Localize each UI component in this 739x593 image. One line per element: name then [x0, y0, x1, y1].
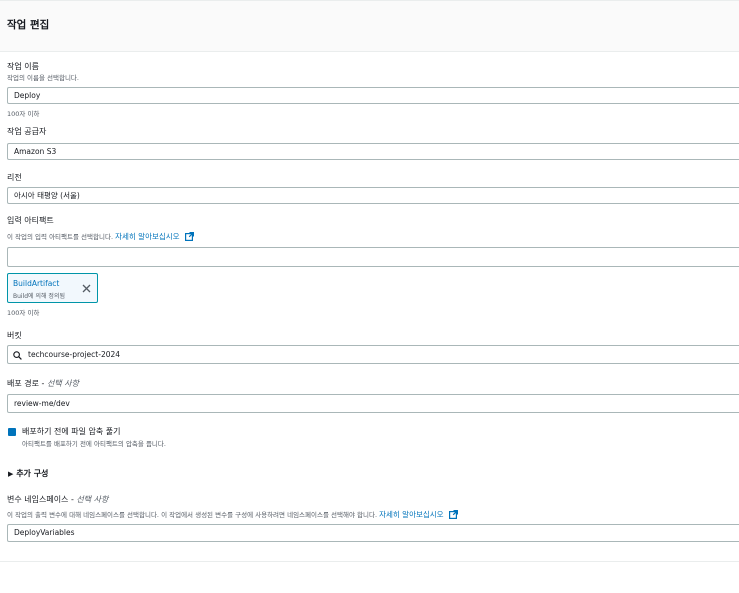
- deploy-path-input[interactable]: review-me/dev: [7, 394, 739, 413]
- input-artifacts-hint: 100자 이하: [7, 309, 40, 317]
- bucket-input[interactable]: techcourse-project-2024: [7, 345, 739, 364]
- artifact-token-name: BuildArtifact: [13, 279, 60, 288]
- bucket-value: techcourse-project-2024: [28, 350, 121, 359]
- action-name-description: 작업의 이름을 선택합니다.: [7, 74, 79, 82]
- namespace-optional: 선택 사항: [76, 495, 109, 504]
- action-name-input[interactable]: Deploy: [7, 87, 739, 104]
- namespace-input[interactable]: DeployVariables: [7, 524, 739, 542]
- page-title: 작업 편집: [7, 19, 50, 31]
- action-provider-select[interactable]: Amazon S3: [7, 143, 739, 160]
- extract-description: 아티팩트를 배포하기 전에 아티팩트의 압축을 풉니다.: [22, 440, 166, 448]
- remove-token-icon[interactable]: [81, 279, 92, 293]
- namespace-label-row: 변수 네임스페이스 - 선택 사항: [7, 494, 108, 505]
- additional-config-toggle[interactable]: ▶ 추가 구성: [8, 468, 48, 479]
- bucket-label: 버킷: [7, 331, 22, 340]
- artifact-token: BuildArtifact Build에 의해 정의됨: [7, 273, 98, 303]
- namespace-description-row: 이 작업의 출력 변수에 대해 네임스페이스를 선택합니다. 이 작업에서 생성…: [7, 509, 458, 521]
- namespace-description: 이 작업의 출력 변수에 대해 네임스페이스를 선택합니다. 이 작업에서 생성…: [7, 511, 378, 519]
- input-artifacts-description: 이 작업의 입력 아티팩트를 선택합니다.: [7, 233, 114, 241]
- deploy-path-label-row: 배포 경로 - 선택 사항: [7, 378, 79, 389]
- namespace-label: 변수 네임스페이스 -: [7, 495, 77, 504]
- action-name-hint: 100자 이하: [7, 110, 40, 118]
- divider: [0, 561, 739, 562]
- extract-label: 배포하기 전에 파일 압축 풀기: [22, 427, 121, 436]
- deploy-path-optional: 선택 사항: [46, 379, 79, 388]
- action-provider-label: 작업 공급자: [7, 127, 47, 136]
- external-link-icon[interactable]: [184, 231, 194, 243]
- input-artifacts-description-row: 이 작업의 입력 아티팩트를 선택합니다. 자세히 알아보십시오: [7, 231, 194, 243]
- input-artifacts-select[interactable]: [7, 247, 739, 267]
- search-icon: [13, 350, 22, 363]
- input-artifacts-label: 입력 아티팩트: [7, 216, 54, 225]
- namespace-learn-more-link[interactable]: 자세히 알아보십시오: [379, 510, 443, 519]
- region-select[interactable]: 아시아 태평양 (서울): [7, 187, 739, 204]
- caret-right-icon: ▶: [8, 470, 14, 478]
- deploy-path-label: 배포 경로 -: [7, 379, 47, 388]
- region-label: 리전: [7, 173, 22, 182]
- edit-action-header: [0, 0, 739, 52]
- extract-checkbox[interactable]: [8, 428, 16, 442]
- additional-config-label: 추가 구성: [16, 469, 49, 478]
- artifact-token-source: Build에 의해 정의됨: [13, 293, 65, 300]
- learn-more-link[interactable]: 자세히 알아보십시오: [115, 232, 179, 241]
- action-name-label: 작업 이름: [7, 62, 39, 71]
- external-link-icon[interactable]: [448, 509, 458, 521]
